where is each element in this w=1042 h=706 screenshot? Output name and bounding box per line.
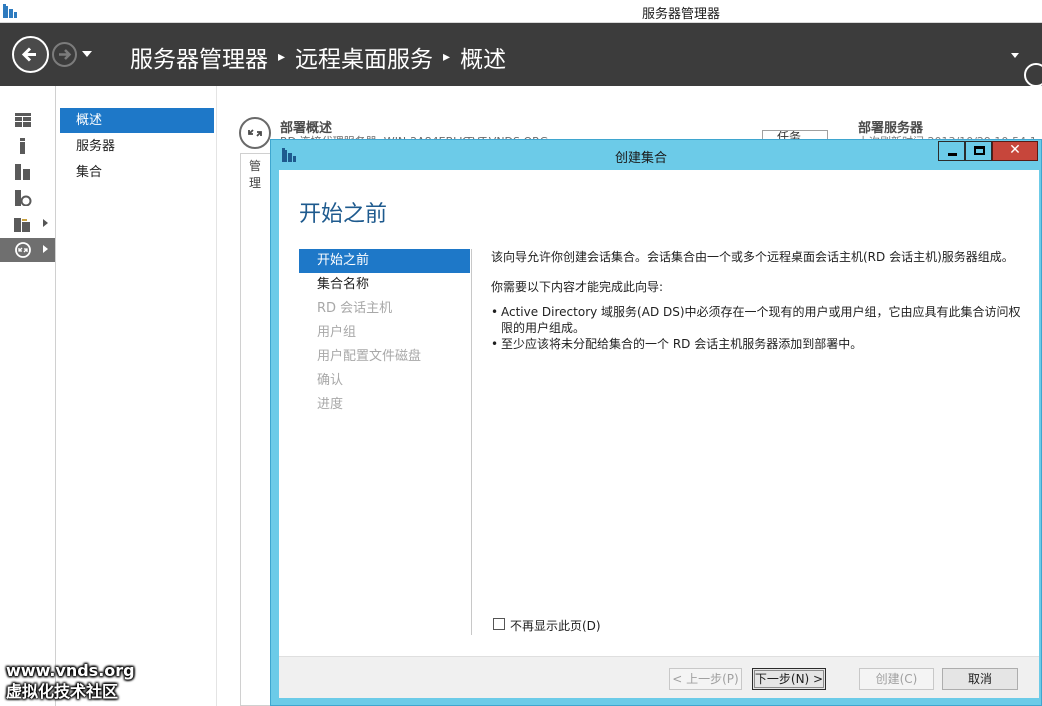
watermark-caption: 虚拟化技术社区 xyxy=(6,682,119,701)
storage-icon xyxy=(14,218,30,232)
rds-subnav: 概述 服务器 集合 xyxy=(56,86,216,706)
requirements-heading: 你需要以下内容才能完成此向导: xyxy=(491,280,664,294)
back-button[interactable] xyxy=(12,36,49,73)
remote-desktop-icon xyxy=(15,242,31,258)
local-server-nav-item[interactable] xyxy=(0,134,55,158)
expand-arrow-icon[interactable] xyxy=(43,245,48,253)
steps-divider xyxy=(471,249,472,635)
subnav-item-overview[interactable]: 概述 xyxy=(60,108,214,133)
subnav-item-collections[interactable]: 集合 xyxy=(60,160,214,185)
arrow-right-icon xyxy=(59,49,72,60)
close-icon: ✕ xyxy=(1009,142,1021,158)
next-button[interactable]: 下一步(N) > xyxy=(752,668,826,690)
left-icon-strip xyxy=(0,86,56,706)
servers-icon xyxy=(15,164,30,180)
subnav-item-servers[interactable]: 服务器 xyxy=(60,134,214,159)
checkbox-box[interactable] xyxy=(493,618,505,630)
breadcrumb-remote-desktop-services[interactable]: 远程桌面服务 xyxy=(295,47,433,73)
bullet-icon: • xyxy=(491,305,499,319)
bullet-icon: • xyxy=(491,337,499,351)
arrow-left-icon xyxy=(21,47,36,62)
breadcrumb-separator-icon: ▸ xyxy=(443,49,451,65)
create-collection-dialog: 创建集合 ✕ 开始之前 开始之前 集合名称 RD 会话主机 用户组 用户配置文件… xyxy=(270,139,1042,706)
requirement-item: • Active Directory 域服务(AD DS)中必须存在一个现有的用… xyxy=(491,304,1031,338)
breadcrumb-separator-icon: ▸ xyxy=(278,49,286,65)
step-collection-name[interactable]: 集合名称 xyxy=(299,273,470,297)
breadcrumb-overview: 概述 xyxy=(460,47,507,73)
deployment-icon xyxy=(239,117,271,149)
storage-nav-item[interactable] xyxy=(0,212,55,236)
requirement-text: 至少应该将未分配给集合的一个 RD 会话主机服务器添加到部署中。 xyxy=(501,337,863,351)
manage-panel-label: 管理 xyxy=(249,159,262,190)
dialog-title: 创建集合 xyxy=(614,151,667,166)
watermark-url: www.vnds.org xyxy=(6,661,135,680)
checkbox-label[interactable]: 不再显示此页(D) xyxy=(510,617,601,634)
maximize-icon xyxy=(974,146,985,155)
remote-desktop-icon xyxy=(248,129,262,137)
remote-desktop-nav-item[interactable] xyxy=(0,238,55,262)
minimize-button[interactable] xyxy=(938,141,965,161)
forward-button[interactable] xyxy=(52,42,77,67)
step-user-profile-disks: 用户配置文件磁盘 xyxy=(317,349,422,364)
window-titlebar: 服务器管理器 xyxy=(0,0,1042,23)
content-divider xyxy=(216,86,217,706)
step-rd-session-host: RD 会话主机 xyxy=(317,301,393,316)
all-servers-nav-item[interactable] xyxy=(0,160,55,184)
requirement-item: • 至少应该将未分配给集合的一个 RD 会话主机服务器添加到部署中。 xyxy=(491,336,1031,354)
cancel-button[interactable]: 取消 xyxy=(942,668,1018,690)
dashboard-icon xyxy=(15,113,31,127)
dashboard-nav-item[interactable] xyxy=(0,108,55,132)
requirement-text: Active Directory 域服务(AD DS)中必须存在一个现有的用户或… xyxy=(501,305,1021,335)
refresh-icon[interactable] xyxy=(1024,63,1042,87)
file-server-icon xyxy=(15,190,32,206)
window-title: 服务器管理器 xyxy=(641,7,720,22)
dialog-titlebar[interactable]: 创建集合 ✕ xyxy=(271,140,1041,170)
breadcrumb-server-manager[interactable]: 服务器管理器 xyxy=(130,47,268,73)
page-title: 开始之前 xyxy=(299,202,388,227)
breadcrumb: 服务器管理器 ▸ 远程桌面服务 ▸ 概述 xyxy=(130,40,506,74)
expand-arrow-icon[interactable] xyxy=(43,219,48,227)
intro-text: 该向导允许你创建会话集合。会话集合由一个或多个远程桌面会话主机(RD 会话主机)… xyxy=(491,250,1014,264)
navigation-bar: 服务器管理器 ▸ 远程桌面服务 ▸ 概述 xyxy=(0,23,1042,87)
manage-panel: 管理 xyxy=(240,153,271,706)
previous-button: < 上一步(P) xyxy=(669,668,742,690)
step-progress: 进度 xyxy=(317,397,344,412)
step-before-you-begin[interactable]: 开始之前 xyxy=(299,249,470,273)
dialog-body: 开始之前 开始之前 集合名称 RD 会话主机 用户组 用户配置文件磁盘 确认 进… xyxy=(279,170,1039,656)
minimize-icon xyxy=(948,153,957,156)
file-services-nav-item[interactable] xyxy=(0,186,55,210)
close-button[interactable]: ✕ xyxy=(992,141,1038,161)
step-user-groups: 用户组 xyxy=(317,325,357,340)
history-dropdown-icon[interactable] xyxy=(82,51,92,57)
server-icon xyxy=(20,138,25,154)
watermark: www.vnds.org 虚拟化技术社区 xyxy=(6,660,135,702)
create-button: 创建(C) xyxy=(859,668,934,690)
maximize-button[interactable] xyxy=(965,141,992,161)
step-confirmation: 确认 xyxy=(317,373,344,388)
dialog-footer: < 上一步(P) 下一步(N) > 创建(C) 取消 xyxy=(279,656,1039,698)
chevron-down-icon[interactable] xyxy=(1011,53,1019,58)
